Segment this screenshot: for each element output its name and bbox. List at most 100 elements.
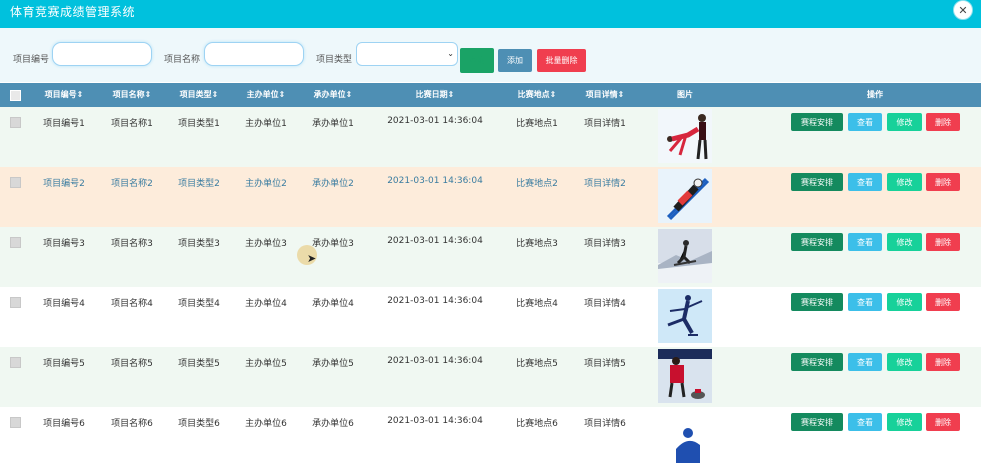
view-button[interactable]: 查看	[848, 413, 882, 431]
edit-button[interactable]: 修改	[887, 353, 922, 371]
cell-host: 主办单位1	[245, 119, 287, 129]
name-label: 项目名称	[164, 55, 201, 65]
delete-button[interactable]: 删除	[926, 113, 960, 131]
row-checkbox[interactable]	[10, 177, 21, 188]
table-row[interactable]: 项目编号5 项目名称5 项目类型5 主办单位5 承办单位5 2021-03-01 14:3…	[0, 347, 981, 407]
edit-button[interactable]: 修改	[887, 233, 922, 251]
cell-organizer: 承办单位4	[312, 299, 354, 309]
row-checkbox[interactable]	[10, 237, 21, 248]
cell-venue: 比赛地点5	[516, 359, 558, 369]
row-checkbox[interactable]	[10, 117, 21, 128]
schedule-button[interactable]: 赛程安排	[791, 353, 843, 371]
header-code[interactable]: 项目编号⇕	[34, 83, 94, 107]
edit-button[interactable]: 修改	[887, 173, 922, 191]
type-label: 项目类型	[316, 55, 353, 65]
cell-host: 主办单位4	[245, 299, 287, 309]
delete-button[interactable]: 删除	[926, 293, 960, 311]
table-row[interactable]: 项目编号4 项目名称4 项目类型4 主办单位4 承办单位4 2021-03-01 14:3…	[0, 287, 981, 347]
schedule-button[interactable]: 赛程安排	[791, 413, 843, 431]
edit-button[interactable]: 修改	[887, 293, 922, 311]
cell-code: 项目编号6	[43, 419, 85, 429]
delete-button[interactable]: 删除	[926, 353, 960, 371]
type-select[interactable]: ⌄	[356, 42, 458, 66]
cell-venue: 比赛地点3	[516, 239, 558, 249]
add-button[interactable]: 添加	[498, 49, 532, 72]
delete-button[interactable]: 删除	[926, 233, 960, 251]
cell-name: 项目名称6	[111, 419, 153, 429]
code-label: 项目编号	[13, 55, 50, 65]
row-image-snowboarding	[658, 229, 712, 283]
header-name[interactable]: 项目名称⇕	[102, 83, 162, 107]
cell-detail: 项目详情3	[584, 239, 626, 249]
cell-type: 项目类型5	[178, 359, 220, 369]
header-host[interactable]: 主办单位⇕	[236, 83, 296, 107]
cell-date: 2021-03-01 14:36:04	[387, 236, 483, 246]
row-image-pairs-figure-skating	[658, 109, 712, 163]
cell-type: 项目类型6	[178, 419, 220, 429]
cell-detail: 项目详情6	[584, 419, 626, 429]
cell-date: 2021-03-01 14:36:04	[387, 116, 483, 126]
table-row[interactable]: 项目编号3 项目名称3 项目类型3 主办单位3 承办单位3 2021-03-01 14:3…	[0, 227, 981, 287]
row-image-skating	[658, 409, 712, 463]
cell-date: 2021-03-01 14:36:04	[387, 356, 483, 366]
cell-host: 主办单位2	[245, 179, 287, 189]
delete-button[interactable]: 删除	[926, 173, 960, 191]
app-title: 体育竞赛成绩管理系统	[10, 5, 136, 19]
header-organizer[interactable]: 承办单位⇕	[303, 83, 363, 107]
cell-detail: 项目详情2	[584, 179, 626, 189]
row-image-ski-jumping	[658, 169, 712, 223]
cell-detail: 项目详情1	[584, 119, 626, 129]
edit-button[interactable]: 修改	[887, 413, 922, 431]
view-button[interactable]: 查看	[848, 173, 882, 191]
cell-venue: 比赛地点6	[516, 419, 558, 429]
view-button[interactable]: 查看	[848, 353, 882, 371]
table-row[interactable]: 项目编号2 项目名称2 项目类型2 主办单位2 承办单位2 2021-03-01 14:3…	[0, 167, 981, 227]
close-icon[interactable]: ✕	[953, 0, 973, 20]
view-button[interactable]: 查看	[848, 113, 882, 131]
cell-organizer: 承办单位1	[312, 119, 354, 129]
schedule-button[interactable]: 赛程安排	[791, 113, 843, 131]
cell-detail: 项目详情4	[584, 299, 626, 309]
header-date[interactable]: 比赛日期⇕	[400, 83, 470, 107]
view-button[interactable]: 查看	[848, 233, 882, 251]
header-actions: 操作	[867, 90, 883, 99]
search-bar: 项目编号 项目名称 项目类型 ⌄ 查询 添加 批量删除	[0, 28, 981, 82]
search-button[interactable]: 查询	[460, 48, 494, 73]
cell-name: 项目名称1	[111, 119, 153, 129]
code-input[interactable]	[52, 42, 152, 66]
cell-date: 2021-03-01 14:36:04	[387, 176, 483, 186]
cell-code: 项目编号5	[43, 359, 85, 369]
row-image-curling	[658, 349, 712, 403]
header-image: 图片	[677, 90, 693, 99]
row-checkbox[interactable]	[10, 357, 21, 368]
select-all-checkbox[interactable]	[10, 90, 21, 101]
cell-venue: 比赛地点1	[516, 119, 558, 129]
header-venue[interactable]: 比赛地点⇕	[507, 83, 567, 107]
row-checkbox[interactable]	[10, 417, 21, 428]
table-row[interactable]: 项目编号6 项目名称6 项目类型6 主办单位6 承办单位6 2021-03-01 14:3…	[0, 407, 981, 467]
row-checkbox[interactable]	[10, 297, 21, 308]
name-input[interactable]	[204, 42, 304, 66]
schedule-button[interactable]: 赛程安排	[791, 233, 843, 251]
cell-venue: 比赛地点2	[516, 179, 558, 189]
header-type[interactable]: 项目类型⇕	[169, 83, 229, 107]
cell-type: 项目类型2	[178, 179, 220, 189]
cell-venue: 比赛地点4	[516, 299, 558, 309]
row-image-figure-skating	[658, 289, 712, 343]
batch-delete-button[interactable]: 批量删除	[537, 49, 586, 72]
cursor-pointer-icon: ➤	[307, 252, 317, 265]
cell-host: 主办单位6	[245, 419, 287, 429]
table-header: 项目编号⇕ 项目名称⇕ 项目类型⇕ 主办单位⇕ 承办单位⇕ 比赛日期⇕ 比赛地点…	[0, 83, 981, 107]
schedule-button[interactable]: 赛程安排	[791, 293, 843, 311]
table-row[interactable]: 项目编号1 项目名称1 项目类型1 主办单位1 承办单位1 2021-03-01 14:3…	[0, 107, 981, 167]
schedule-button[interactable]: 赛程安排	[791, 173, 843, 191]
edit-button[interactable]: 修改	[887, 113, 922, 131]
delete-button[interactable]: 删除	[926, 413, 960, 431]
cell-organizer: 承办单位2	[312, 179, 354, 189]
header-detail[interactable]: 项目详情⇕	[575, 83, 635, 107]
cell-name: 项目名称3	[111, 239, 153, 249]
cell-organizer: 承办单位5	[312, 359, 354, 369]
cell-detail: 项目详情5	[584, 359, 626, 369]
view-button[interactable]: 查看	[848, 293, 882, 311]
cell-type: 项目类型3	[178, 239, 220, 249]
